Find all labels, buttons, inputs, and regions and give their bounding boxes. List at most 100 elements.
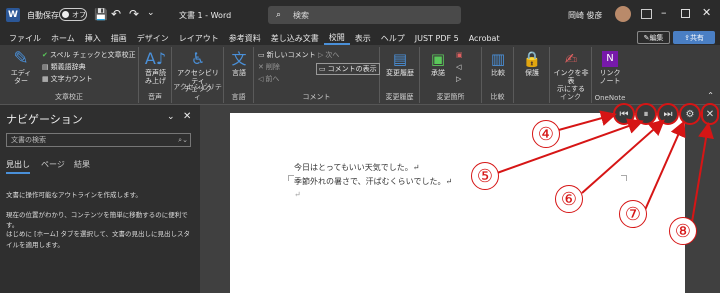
menu-tab[interactable]: デザイン bbox=[132, 33, 174, 44]
editor-button[interactable]: ✎ エディ ター bbox=[4, 48, 38, 86]
group-speech: A♪ 音声読 み上げ 音声 bbox=[139, 47, 172, 103]
thesaurus-button[interactable]: ▤ 類義語辞典 bbox=[42, 63, 86, 71]
user-name[interactable]: 岡崎 俊彦 bbox=[568, 10, 603, 21]
nav-close-icon[interactable]: ✕ bbox=[183, 111, 191, 122]
tab-results[interactable]: 結果 bbox=[74, 159, 90, 170]
search-box[interactable]: ⌕ 検索 bbox=[268, 6, 461, 24]
tab-headings[interactable]: 見出し bbox=[6, 159, 30, 174]
new-comment-button[interactable]: ▭ 新しいコメント bbox=[258, 51, 316, 59]
reject-button[interactable]: ▣ bbox=[456, 51, 463, 59]
minimize-icon[interactable]: – bbox=[661, 6, 667, 19]
wordcount-button[interactable]: ▦ 文字カウント bbox=[42, 75, 93, 83]
spellcheck-icon: ✔ bbox=[42, 51, 48, 59]
callout-6-label: ⑥ bbox=[560, 188, 578, 210]
doc-line-3[interactable]: ↵ bbox=[294, 190, 301, 199]
maximize-icon[interactable] bbox=[681, 9, 690, 18]
collapse-ribbon-icon[interactable]: ⌃ bbox=[707, 91, 714, 100]
close-readaloud-button[interactable]: ✕ bbox=[701, 103, 719, 125]
tab-pages[interactable]: ページ bbox=[41, 159, 65, 170]
linked-notes-button[interactable]: N リンク ノート bbox=[594, 49, 626, 85]
delete-comment-label: 削除 bbox=[265, 63, 280, 71]
edit-mode-label: 編集 bbox=[649, 33, 664, 42]
menu-tab[interactable]: 表示 bbox=[350, 33, 376, 44]
menu-tab[interactable]: レイアウト bbox=[174, 33, 224, 44]
protect-button[interactable]: 🔒 保護 bbox=[516, 49, 548, 77]
word-window: W 自動保存 オフ 💾 ↶ ↷ ⌄ 文書 1 - Word ⌕ 検索 岡崎 俊彦… bbox=[0, 0, 720, 293]
callout-5-label: ⑤ bbox=[476, 165, 494, 187]
forward-button[interactable]: ⏭ bbox=[657, 103, 679, 125]
prev-comment-button[interactable]: ◁ 前へ bbox=[258, 75, 279, 83]
prev-comment-label: 前へ bbox=[265, 75, 280, 83]
group-ink: ✍ インクを非表 示にする インク bbox=[550, 47, 592, 103]
group-onenote-label: OneNote bbox=[594, 94, 626, 102]
group-proofing-label: 文章校正 bbox=[55, 93, 83, 101]
close-icon: ✕ bbox=[705, 108, 715, 120]
hide-ink-label: インクを非表 示にする bbox=[553, 69, 589, 93]
hide-ink-button[interactable]: ✍ インクを非表 示にする bbox=[552, 49, 590, 93]
share-button[interactable]: ⇪ 共有 bbox=[673, 31, 715, 44]
menu-tab[interactable]: 校閲 bbox=[323, 32, 350, 45]
title-bar: W 自動保存 オフ 💾 ↶ ↷ ⌄ 文書 1 - Word ⌕ 検索 岡崎 俊彦… bbox=[0, 0, 720, 31]
group-compare-label: 比較 bbox=[490, 93, 505, 101]
doc-line-1[interactable]: 今日はとってもいい天気でした。↵ bbox=[294, 162, 420, 173]
group-proofing: ✎ エディ ター ✔ スペル チェックと文章校正 ▤ 類義語辞典 ▦ 文字カウント 文… bbox=[0, 47, 139, 103]
prev-change-button[interactable]: ◁ bbox=[456, 63, 461, 71]
callout-7-label: ⑦ bbox=[624, 203, 642, 225]
accept-icon: ▣ bbox=[430, 50, 446, 68]
save-icon[interactable]: 💾 bbox=[94, 8, 108, 21]
callout-8: ⑧ bbox=[669, 217, 697, 245]
language-icon: 文 bbox=[231, 50, 247, 68]
track-changes-icon: ▤ bbox=[392, 50, 408, 68]
autosave-toggle[interactable]: オフ bbox=[59, 8, 87, 21]
read-aloud-button[interactable]: A♪ 音声読 み上げ bbox=[141, 49, 170, 85]
undo-icon[interactable]: ↶ bbox=[111, 7, 121, 21]
next-comment-button[interactable]: ▷ 次へ bbox=[318, 51, 339, 59]
menu-tab[interactable]: JUST PDF 5 bbox=[410, 34, 464, 43]
editor-label: エディ ター bbox=[10, 69, 32, 85]
editor-icon: ✎ bbox=[13, 48, 29, 69]
menu-tab[interactable]: ファイル bbox=[4, 33, 46, 44]
group-accessibility-label: アクセシビリティ bbox=[173, 83, 222, 101]
menu-tab[interactable]: ホーム bbox=[46, 33, 80, 44]
track-changes-button[interactable]: ▤ 変更履歴 bbox=[382, 49, 418, 77]
next-change-icon: ▷ bbox=[456, 75, 462, 83]
thesaurus-icon: ▤ bbox=[42, 63, 49, 71]
search-icon: ⌕ bbox=[276, 10, 282, 20]
edit-mode-button[interactable]: ✎ 編集 bbox=[637, 31, 670, 44]
customize-qat-icon[interactable]: ⌄ bbox=[147, 8, 155, 18]
document-page[interactable]: 今日はとってもいい天気でした。↵ 季節外れの暑さで、汗ばむくらいでした。↵ ↵ bbox=[230, 113, 685, 293]
ribbon-display-icon[interactable] bbox=[641, 9, 652, 19]
menu-tab[interactable]: 差し込み文書 bbox=[266, 33, 324, 44]
spellcheck-button[interactable]: ✔ スペル チェックと文章校正 bbox=[42, 51, 136, 59]
delete-comment-button[interactable]: ✕ 削除 bbox=[258, 63, 280, 71]
nav-search-placeholder: 文書の検索 bbox=[11, 136, 46, 144]
accept-button[interactable]: ▣ 承諾 bbox=[424, 49, 452, 77]
show-comments-icon: ▭ bbox=[319, 65, 326, 73]
show-comments-label: コメントの表示 bbox=[327, 65, 377, 73]
next-change-button[interactable]: ▷ bbox=[456, 75, 461, 83]
ribbon: ✎ エディ ター ✔ スペル チェックと文章校正 ▤ 類義語辞典 ▦ 文字カウント 文… bbox=[0, 45, 720, 105]
nav-search-input[interactable]: 文書の検索 ⌕ ⌄ bbox=[6, 133, 191, 147]
prev-comment-icon: ◁ bbox=[258, 75, 264, 83]
menu-tab[interactable]: ヘルプ bbox=[376, 33, 410, 44]
close-window-icon[interactable]: ✕ bbox=[702, 6, 711, 19]
menu-tab[interactable]: 描画 bbox=[106, 33, 132, 44]
pause-button[interactable]: ⏸ bbox=[635, 103, 657, 125]
settings-button[interactable]: ⚙ bbox=[679, 103, 701, 125]
redo-icon[interactable]: ↷ bbox=[129, 7, 139, 21]
new-comment-label: 新しいコメント bbox=[266, 51, 316, 59]
show-comments-button[interactable]: ▭ コメントの表示 bbox=[316, 63, 380, 75]
doc-line-2[interactable]: 季節外れの暑さで、汗ばむくらいでした。↵ bbox=[294, 176, 452, 187]
menu-tab[interactable]: Acrobat bbox=[464, 34, 505, 43]
menu-tab[interactable]: 挿入 bbox=[80, 33, 106, 44]
wordcount-label: 文字カウント bbox=[50, 75, 93, 83]
nav-options-icon[interactable]: ⌄ bbox=[167, 112, 175, 122]
compare-button[interactable]: ▥ 比較 bbox=[484, 49, 512, 77]
group-speech-label: 音声 bbox=[148, 93, 162, 101]
avatar[interactable] bbox=[615, 6, 631, 22]
rewind-button[interactable]: ⏮ bbox=[613, 103, 635, 125]
menu-tab[interactable]: 参考資料 bbox=[224, 33, 266, 44]
delete-comment-icon: ✕ bbox=[258, 63, 264, 71]
language-button[interactable]: 文 言語 bbox=[226, 49, 252, 77]
toggle-knob bbox=[62, 11, 69, 18]
